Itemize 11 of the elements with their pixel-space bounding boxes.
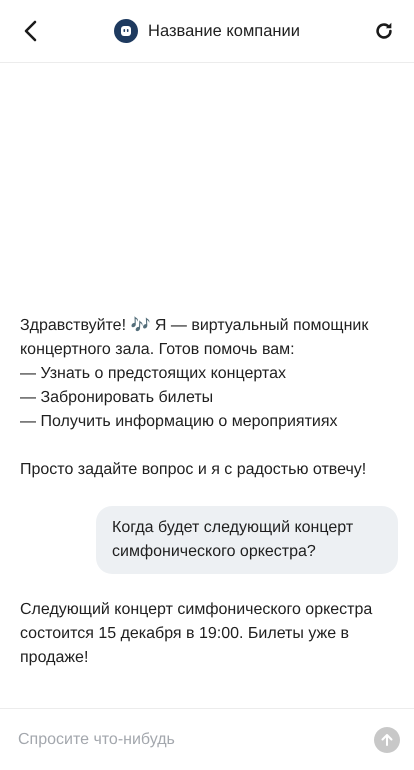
bot-message-text: Просто задайте вопрос и я с радостью отвечу! [20,460,368,480]
user-message: Когда будет следующий концерт симфонического оркестра? [96,506,398,574]
bot-message-text: — Забронировать билеты [20,388,214,408]
arrow-up-icon [380,732,394,746]
bot-message-text: Здравствуйте! 🎶 Я — виртуальный помощник концертного зала. Готов помочь вам: [20,316,370,360]
company-title: Название компании [148,22,300,40]
bot-message-text: Следующий концерт симфонического оркестра состоится 15 декабря в 19:00. Билеты уже в продаже! [20,600,374,668]
bot-avatar-icon [114,19,138,43]
back-icon [23,20,37,42]
bot-message-text: — Получить информацию о мероприятиях [20,412,339,432]
bot-message-text: — Узнать о предстоящих концертах [20,364,287,384]
